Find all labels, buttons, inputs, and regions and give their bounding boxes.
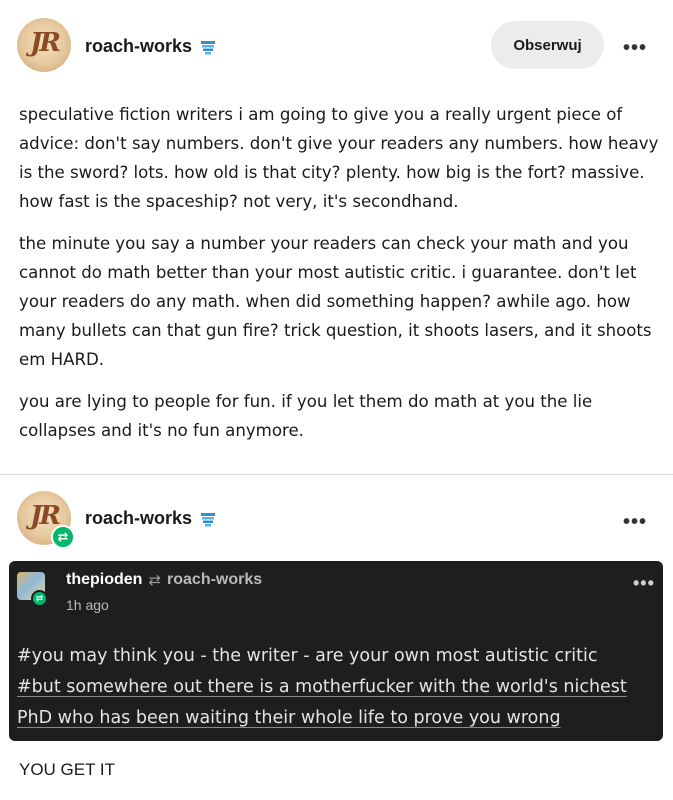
post-original: JR roach-works Obserwuj ••• speculative … [0, 0, 673, 475]
avatar[interactable]: JR ⇄ [17, 491, 75, 549]
quote-timestamp[interactable]: 1h ago [66, 597, 109, 613]
username[interactable]: roach-works [85, 508, 217, 529]
avatar-initials: JR [30, 28, 61, 58]
avatar[interactable]: JR [17, 18, 71, 72]
blue-pennant-badge-icon [201, 512, 216, 526]
blue-pennant-badge-icon [201, 40, 216, 54]
post-paragraph: speculative fiction writers i am going t… [19, 105, 659, 211]
username[interactable]: roach-works [85, 36, 217, 57]
follow-button[interactable]: Obserwuj [491, 21, 604, 69]
post-paragraph: you are lying to people for fun. if you … [19, 392, 593, 440]
tag[interactable]: #but somewhere out there is a motherfuck… [17, 672, 657, 703]
post-body: speculative fiction writers i am going t… [19, 100, 659, 458]
tag[interactable]: #you may think you - the writer - are yo… [17, 641, 657, 672]
quote-tags: #you may think you - the writer - are yo… [17, 641, 657, 734]
post-paragraph: the minute you say a number your readers… [19, 234, 652, 369]
quote-header: thepioden ⇄ roach-works [66, 571, 262, 589]
username-text[interactable]: roach-works [85, 36, 192, 57]
reblog-comment: YOU GET IT [19, 760, 116, 779]
reblog-icon: ⇄ [148, 572, 162, 589]
reblog-icon: ⇄ [31, 590, 48, 607]
quote-source-username[interactable]: roach-works [167, 571, 262, 589]
tag[interactable]: PhD who has been waiting their whole lif… [17, 703, 657, 734]
reblog-icon: ⇄ [51, 525, 75, 549]
more-options-icon[interactable]: ••• [619, 512, 651, 532]
post-reblog: JR ⇄ roach-works ••• ⇄ thepioden ⇄ roach… [0, 476, 673, 800]
reblog-quote-panel: ⇄ thepioden ⇄ roach-works 1h ago ••• #yo… [9, 561, 663, 741]
more-options-icon[interactable]: ••• [633, 573, 655, 594]
username-text[interactable]: roach-works [85, 508, 192, 529]
more-options-icon[interactable]: ••• [619, 38, 651, 58]
quote-username[interactable]: thepioden [66, 571, 142, 589]
